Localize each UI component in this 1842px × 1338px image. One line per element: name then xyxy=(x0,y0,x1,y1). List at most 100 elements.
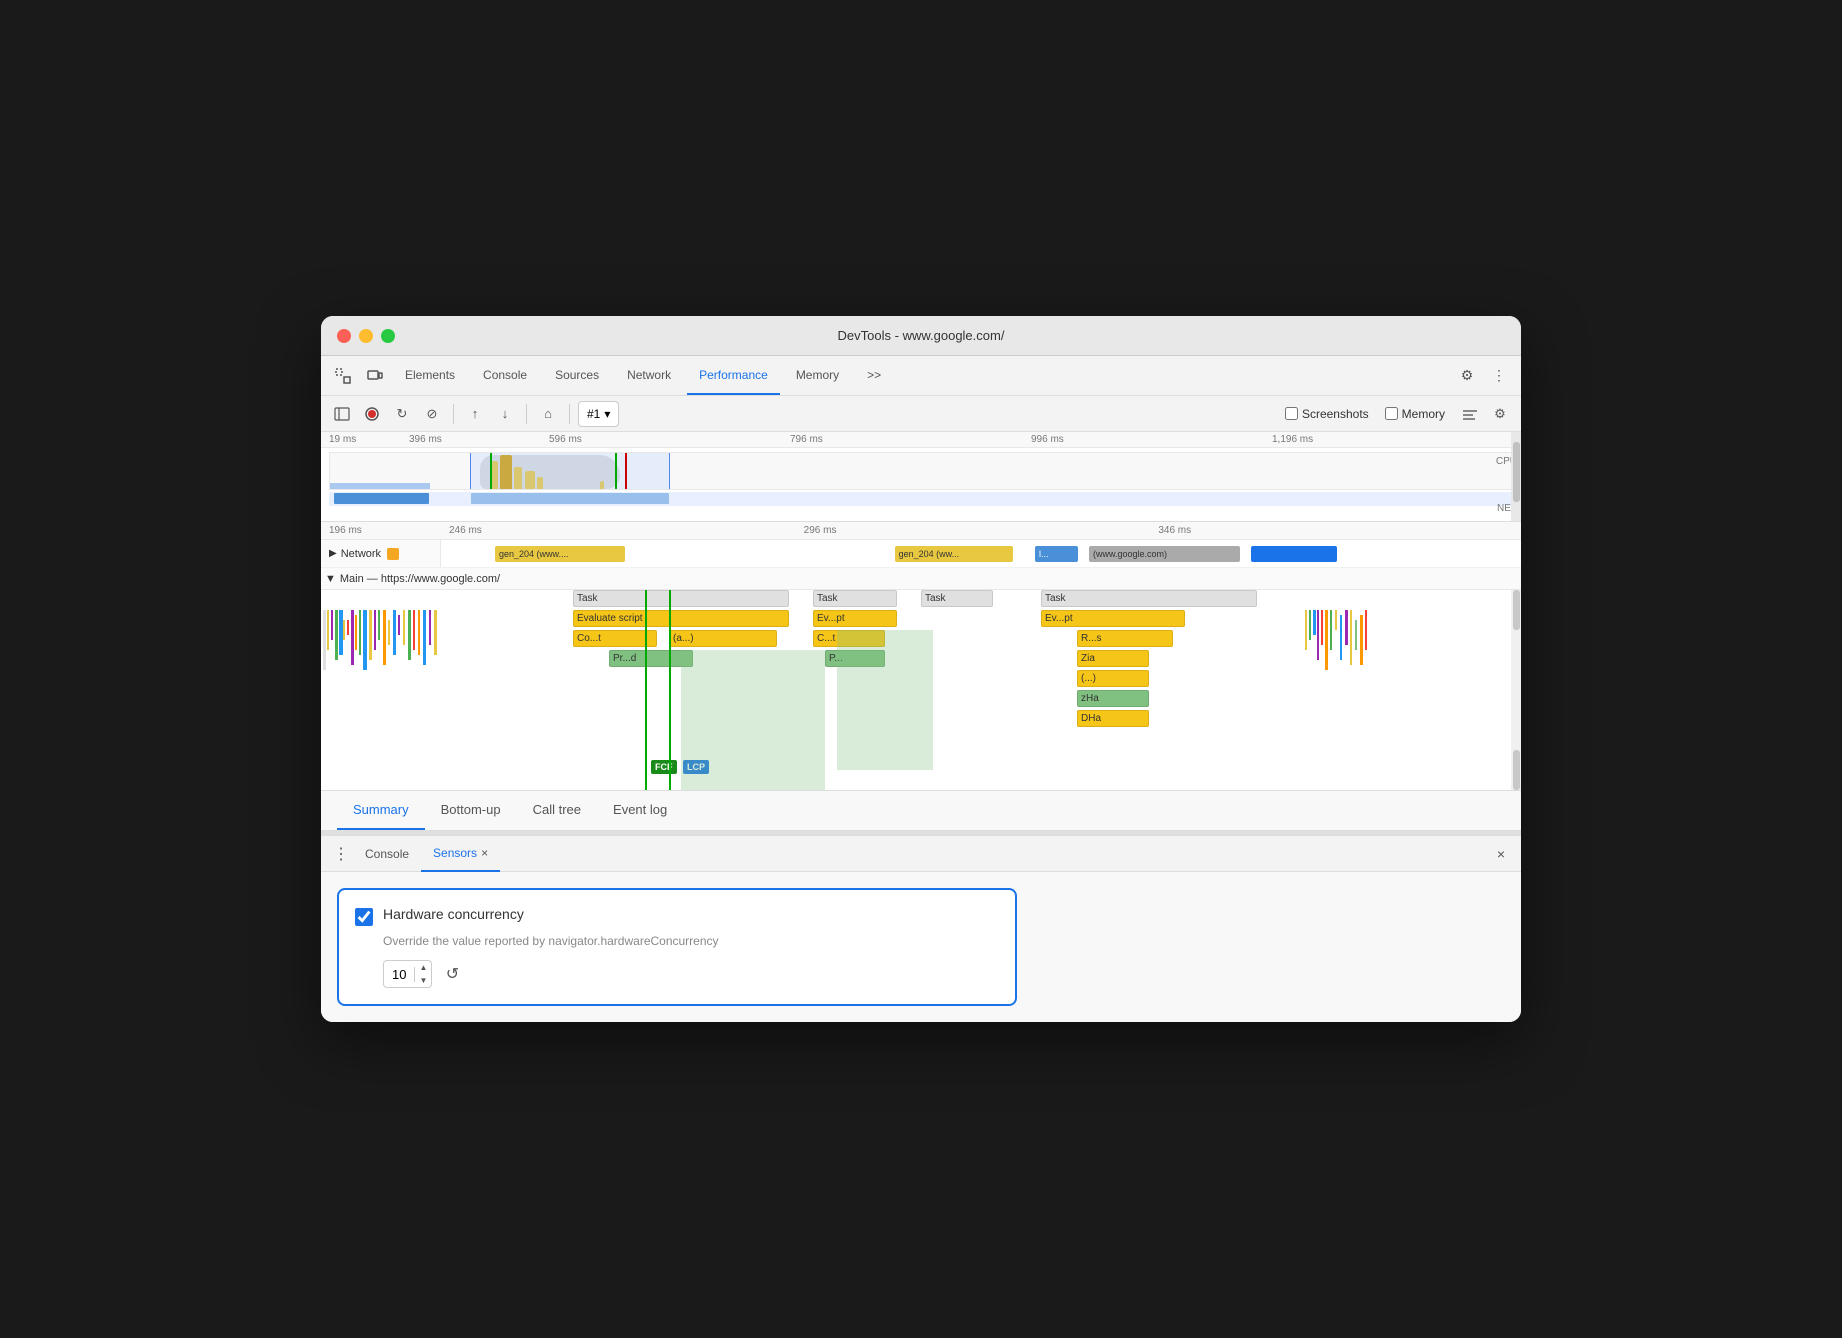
task-block-4[interactable]: Task xyxy=(1041,590,1257,607)
hw-value: 10 xyxy=(384,967,415,982)
toolbar-separator-3 xyxy=(569,404,570,424)
nav-bar: Elements Console Sources Network Perform… xyxy=(321,356,1521,396)
toolbar-separator xyxy=(453,404,454,424)
eval-script-1[interactable]: Evaluate script xyxy=(573,610,789,627)
zoom-tick-346: 346 ms xyxy=(1158,525,1513,536)
window-title: DevTools - www.google.com/ xyxy=(838,328,1005,343)
hw-stepper[interactable]: 10 ▲ ▼ xyxy=(383,960,432,988)
memory-checkbox[interactable] xyxy=(1385,407,1398,420)
timeline-overview[interactable]: 19 ms 396 ms 596 ms 796 ms 996 ms 1,196 … xyxy=(321,432,1521,522)
screenshots-checkbox[interactable] xyxy=(1285,407,1298,420)
toolbar-separator-2 xyxy=(526,404,527,424)
zoom-tick-196: 196 ms xyxy=(329,525,449,536)
drawer-tab-sensors[interactable]: Sensors × xyxy=(421,836,500,872)
network-bar-l[interactable]: l... xyxy=(1035,546,1078,562)
main-track-header: ▼ Main — https://www.google.com/ xyxy=(321,568,1521,590)
title-bar: DevTools - www.google.com/ xyxy=(321,316,1521,356)
network-bar-gen204-2[interactable]: gen_204 (ww... xyxy=(895,546,1014,562)
home-icon[interactable]: ⌂ xyxy=(535,401,561,427)
eval-script-2[interactable]: Ev...pt xyxy=(813,610,897,627)
tab-console[interactable]: Console xyxy=(471,356,539,395)
record-icon[interactable] xyxy=(359,401,385,427)
anon-block[interactable]: (...) xyxy=(1077,670,1149,687)
dha-block[interactable]: DHa xyxy=(1077,710,1149,727)
network-bar-gen204-1[interactable]: gen_204 (www.... xyxy=(495,546,625,562)
hw-concurrency-checkbox[interactable] xyxy=(355,908,373,926)
network-track-content[interactable]: gen_204 (www.... gen_204 (ww... l... (ww… xyxy=(441,540,1521,567)
hw-increment-button[interactable]: ▲ xyxy=(415,961,431,974)
hw-reset-button[interactable]: ↺ xyxy=(440,962,464,986)
performance-toolbar: ↻ ⊘ ↑ ↓ ⌂ #1 ▾ Screenshots Memory xyxy=(321,396,1521,432)
clear-icon[interactable]: ⊘ xyxy=(419,401,445,427)
hw-card-header: Hardware concurrency xyxy=(355,906,999,926)
tab-bottom-up[interactable]: Bottom-up xyxy=(425,791,517,830)
tab-performance[interactable]: Performance xyxy=(687,356,780,395)
tab-memory[interactable]: Memory xyxy=(784,356,851,395)
hw-description: Override the value reported by navigator… xyxy=(383,934,999,948)
zoom-tick-246: 246 ms xyxy=(449,525,804,536)
task-block-2[interactable]: Task xyxy=(813,590,897,607)
tab-event-log[interactable]: Event log xyxy=(597,791,683,830)
hw-decrement-button[interactable]: ▼ xyxy=(415,974,431,987)
tab-summary[interactable]: Summary xyxy=(337,791,425,830)
close-button[interactable] xyxy=(337,329,351,343)
tab-more[interactable]: >> xyxy=(855,356,893,395)
marker-line-green-1 xyxy=(645,590,647,790)
tick-396ms: 396 ms xyxy=(409,434,549,445)
zoomed-timeline: 196 ms 246 ms 296 ms 346 ms ▶ Network ge… xyxy=(321,522,1521,791)
hardware-concurrency-card: Hardware concurrency Override the value … xyxy=(337,888,1017,1006)
session-select[interactable]: #1 ▾ xyxy=(578,401,619,427)
bottom-tab-bar: Summary Bottom-up Call tree Event log xyxy=(321,791,1521,831)
drawer-menu-icon[interactable]: ⋮ xyxy=(329,842,353,866)
drawer-tab-console[interactable]: Console xyxy=(353,836,421,872)
traffic-lights xyxy=(337,329,395,343)
upload-icon[interactable]: ↑ xyxy=(462,401,488,427)
drawer-close-button[interactable]: × xyxy=(1489,842,1513,866)
more-menu-icon[interactable]: ⋮ xyxy=(1485,362,1513,390)
network-label: ▶ Network xyxy=(321,540,441,567)
tick-19ms: 19 ms xyxy=(329,434,409,445)
network-bar-google[interactable]: (www.google.com) xyxy=(1089,546,1240,562)
r-s[interactable]: R...s xyxy=(1077,630,1173,647)
network-bar-blue[interactable] xyxy=(1251,546,1337,562)
fcf-badge: FCF xyxy=(651,760,677,774)
eval-script-3[interactable]: Ev...pt xyxy=(1041,610,1185,627)
zia[interactable]: Zia xyxy=(1077,650,1149,667)
flame-chart-area[interactable]: Task Task Task Task Evaluate script Ev..… xyxy=(321,590,1521,790)
tab-call-tree[interactable]: Call tree xyxy=(517,791,597,830)
reload-icon[interactable]: ↻ xyxy=(389,401,415,427)
responsive-design-icon[interactable] xyxy=(361,362,389,390)
inspect-element-icon[interactable] xyxy=(329,362,357,390)
overview-ruler: 19 ms 396 ms 596 ms 796 ms 996 ms 1,196 … xyxy=(321,432,1521,448)
tab-elements[interactable]: Elements xyxy=(393,356,467,395)
zoom-ruler: 196 ms 246 ms 296 ms 346 ms xyxy=(321,522,1521,540)
memory-checkbox-label[interactable]: Memory xyxy=(1385,407,1445,421)
drawer-tab-bar: ⋮ Console Sensors × × xyxy=(321,836,1521,872)
devtools-panel: Elements Console Sources Network Perform… xyxy=(321,356,1521,1022)
sensors-tab-close-icon[interactable]: × xyxy=(481,846,488,860)
settings-icon[interactable]: ⚙ xyxy=(1453,362,1481,390)
zha-block[interactable]: zHa xyxy=(1077,690,1149,707)
download-icon[interactable]: ↓ xyxy=(492,401,518,427)
tick-796ms: 796 ms xyxy=(790,434,1031,445)
screenshots-checkbox-label[interactable]: Screenshots xyxy=(1285,407,1369,421)
task-block-1[interactable]: Task xyxy=(573,590,789,607)
hw-title: Hardware concurrency xyxy=(383,906,524,922)
task-block-3[interactable]: Task xyxy=(921,590,993,607)
marker-line-green-2 xyxy=(669,590,671,790)
zoom-tick-296: 296 ms xyxy=(804,525,1159,536)
performance-settings-icon[interactable]: ⚙ xyxy=(1487,401,1513,427)
flame-chart-icon[interactable] xyxy=(1457,401,1483,427)
maximize-button[interactable] xyxy=(381,329,395,343)
tick-1196ms: 1,196 ms xyxy=(1272,434,1513,445)
tick-996ms: 996 ms xyxy=(1031,434,1272,445)
tab-sources[interactable]: Sources xyxy=(543,356,611,395)
tab-network[interactable]: Network xyxy=(615,356,683,395)
compile-anon[interactable]: (a...) xyxy=(669,630,777,647)
flame-row-0: Task Task Task Task xyxy=(321,590,1521,608)
devtools-window: DevTools - www.google.com/ Elements Co xyxy=(321,316,1521,1022)
hw-arrows: ▲ ▼ xyxy=(415,961,431,987)
network-track-row: ▶ Network gen_204 (www.... gen_204 (ww..… xyxy=(321,540,1521,568)
sidebar-toggle-icon[interactable] xyxy=(329,401,355,427)
minimize-button[interactable] xyxy=(359,329,373,343)
